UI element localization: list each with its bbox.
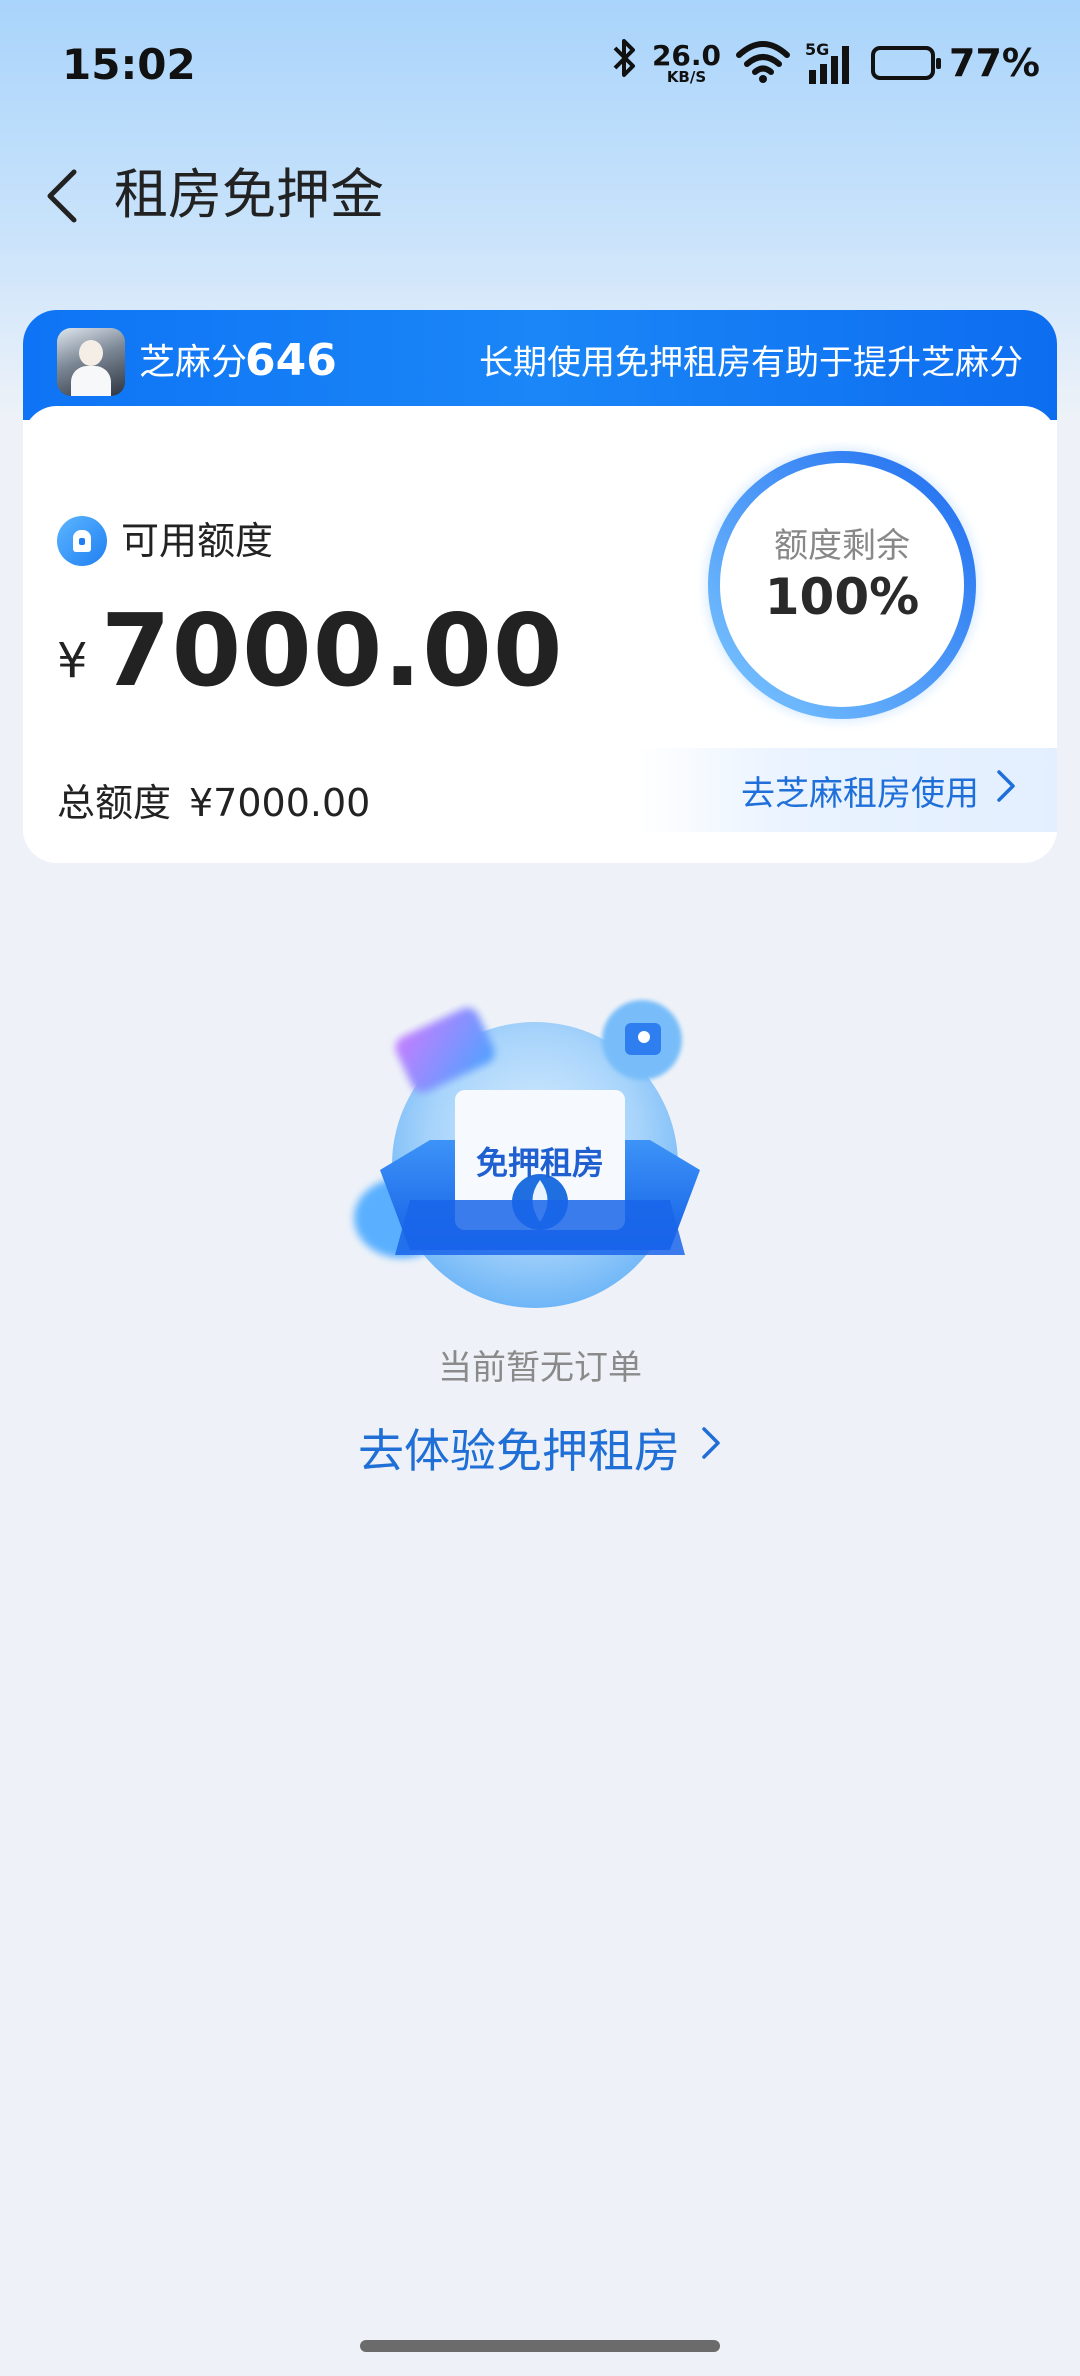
network-speed: 26.0 KB/S — [651, 38, 722, 86]
ring-label: 额度剩余 — [774, 526, 910, 566]
home-indicator[interactable] — [360, 2340, 720, 2352]
net-speed-value: 26.0 — [651, 38, 722, 72]
illustration-badge-text: 免押租房 — [475, 1144, 604, 1182]
try-deposit-free-rental-link[interactable]: 去体验免押租房 — [0, 1415, 1080, 1481]
house-icon — [57, 516, 107, 566]
back-button[interactable] — [30, 160, 100, 230]
cellular-signal-icon: 5G — [805, 40, 857, 86]
chevron-left-icon — [47, 169, 77, 223]
battery-percent: 77% — [949, 41, 1040, 85]
status-icons: 26.0 KB/S 5G 77% — [612, 38, 1040, 88]
battery-indicator: 77% — [871, 41, 1040, 85]
battery-icon — [871, 46, 942, 80]
sesame-score[interactable]: 646 — [245, 332, 337, 390]
available-label: 可用额度 — [121, 519, 274, 563]
status-bar: 15:02 26.0 KB/S 5G 77% — [0, 0, 1080, 130]
card-body: 可用额度 ¥ 7000.00 总额度 ¥7000.00 额度剩余 100% 去芝… — [23, 406, 1057, 863]
total-value: ¥7000.00 — [189, 781, 371, 825]
ring-percent: 100% — [764, 568, 920, 626]
bluetooth-icon — [612, 37, 638, 89]
empty-state-illustration: 免押租房 — [340, 990, 740, 1320]
use-link-label: 去芝麻租房使用 — [741, 773, 979, 814]
net-speed-unit: KB/S — [666, 67, 707, 86]
sesame-label: 芝麻分 — [139, 342, 248, 383]
avatar[interactable] — [57, 328, 125, 396]
chevron-right-icon — [700, 1424, 722, 1472]
total-label: 总额度 — [57, 781, 172, 825]
available-amount: 7000.00 — [101, 592, 564, 709]
quota-ring: 额度剩余 100% — [697, 440, 987, 730]
empty-message: 当前暂无订单 — [438, 1348, 642, 1388]
sesame-header: 芝麻分 646 长期使用免押租房有助于提升芝麻分 — [23, 310, 1057, 420]
currency-symbol: ¥ — [57, 633, 88, 689]
chevron-right-icon — [995, 768, 1017, 813]
page-title: 租房免押金 — [114, 163, 384, 226]
status-time: 15:02 — [62, 40, 196, 89]
cta-label: 去体验免押租房 — [358, 1424, 680, 1478]
nav-bar: 租房免押金 — [0, 140, 1080, 250]
wifi-icon — [735, 39, 791, 87]
use-sesame-rental-link[interactable]: 去芝麻租房使用 — [637, 748, 1057, 832]
header-tip: 长期使用免押租房有助于提升芝麻分 — [479, 343, 1023, 383]
quota-card: 芝麻分 646 长期使用免押租房有助于提升芝麻分 可用额度 ¥ 7000.00 … — [23, 310, 1057, 863]
